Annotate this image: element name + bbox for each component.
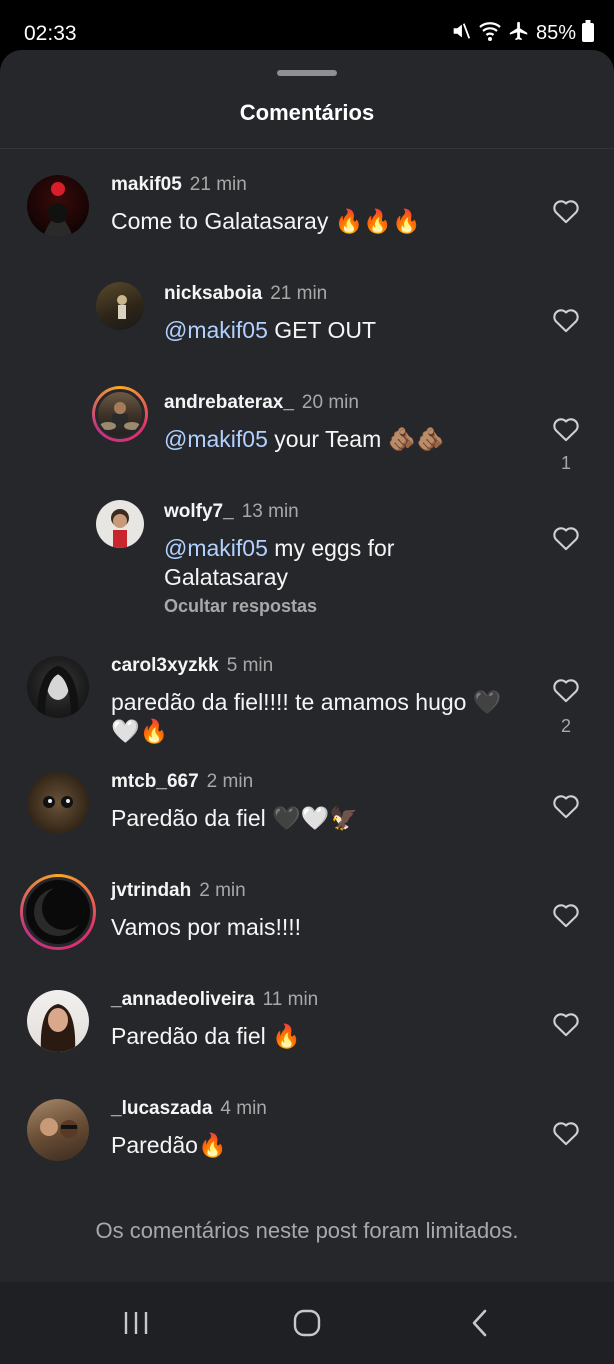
heart-icon — [553, 795, 579, 819]
heart-icon — [553, 1013, 579, 1037]
mute-icon — [450, 20, 472, 47]
comment-body: GET OUT — [267, 317, 377, 343]
comment-time: 2 min — [199, 880, 246, 901]
avatar[interactable] — [27, 175, 89, 237]
comment-username[interactable]: wolfy7_ — [164, 501, 234, 522]
comment-text: @makif05 my eggs for Galatasaray — [164, 534, 524, 592]
status-time: 02:33 — [24, 22, 77, 45]
wifi-icon — [478, 20, 502, 47]
like-count: 1 — [560, 453, 571, 473]
comment-username[interactable]: andrebaterax_ — [164, 392, 294, 413]
comment-body: Paredão da fiel 🔥 — [111, 1023, 301, 1049]
heart-icon — [553, 1122, 579, 1146]
comment-time: 2 min — [206, 771, 254, 792]
avatar-story-ring[interactable] — [20, 874, 96, 950]
comment-text: Come to Galatasaray 🔥🔥🔥 — [111, 207, 521, 236]
mention-link[interactable]: @makif05 — [164, 535, 268, 561]
like-button[interactable] — [548, 411, 584, 447]
comment-text: @makif05 GET OUT — [164, 316, 524, 345]
divider — [0, 148, 614, 149]
like-button[interactable] — [548, 897, 584, 933]
sheet-title: Comentários — [239, 100, 375, 125]
comment-time: 13 min — [241, 501, 299, 522]
avatar[interactable] — [27, 990, 89, 1052]
back-icon — [472, 1309, 487, 1337]
battery-icon — [582, 20, 594, 47]
system-navigation-bar — [0, 1282, 614, 1364]
comment-time: 4 min — [220, 1098, 267, 1119]
heart-icon — [553, 200, 579, 224]
avatar[interactable] — [96, 500, 144, 548]
like-button[interactable] — [548, 193, 584, 229]
comment-username[interactable]: nicksaboia — [164, 283, 262, 304]
status-bar: 02:33 85% — [0, 0, 614, 56]
comment-body: your Team 🫵🏽🫵🏽 — [267, 426, 445, 452]
like-button[interactable] — [548, 788, 584, 824]
recent-apps-button[interactable] — [116, 1306, 156, 1340]
comment-username[interactable]: jvtrindah — [111, 880, 191, 901]
like-button[interactable] — [548, 302, 584, 338]
comment-text: Vamos por mais!!!! — [111, 913, 521, 942]
comment-time: 20 min — [301, 392, 359, 413]
comment-username[interactable]: carol3xyzkk — [111, 655, 219, 676]
home-button[interactable] — [287, 1306, 327, 1340]
comment-time: 11 min — [262, 989, 319, 1010]
comment-body: Vamos por mais!!!! — [111, 914, 302, 940]
like-count: 2 — [560, 716, 571, 736]
avatar-story-ring[interactable] — [92, 386, 148, 442]
like-button[interactable] — [548, 520, 584, 556]
comment-time: 5 min — [226, 655, 274, 676]
avatar[interactable] — [27, 656, 89, 718]
comment-body: paredão da fiel!!!! te amamos hugo 🖤🤍🔥 — [111, 689, 502, 744]
like-button[interactable] — [548, 1115, 584, 1151]
battery-percent: 85% — [535, 22, 576, 44]
comment-text: Paredão da fiel 🖤🤍🦅 — [111, 804, 521, 833]
comment-body: Come to Galatasaray 🔥🔥🔥 — [111, 208, 421, 234]
mention-link[interactable]: @makif05 — [164, 317, 268, 343]
like-button[interactable] — [548, 1006, 584, 1042]
back-button[interactable] — [460, 1306, 500, 1340]
comment-username[interactable]: _annadeoliveira — [111, 989, 255, 1010]
recent-apps-icon — [124, 1312, 148, 1334]
comment-time: 21 min — [270, 283, 328, 304]
comments-sheet: Comentários makif05 21 min Come to Galata… — [0, 50, 614, 1282]
comment-body: Paredão da fiel 🖤🤍🦅 — [111, 805, 359, 831]
heart-icon — [553, 309, 579, 333]
comment-body: Paredão🔥 — [111, 1132, 227, 1158]
comment-text: Paredão da fiel 🔥 — [111, 1022, 521, 1051]
avatar — [95, 389, 145, 439]
avatar[interactable] — [27, 1099, 89, 1161]
avatar[interactable] — [27, 772, 89, 834]
comment-text: Paredão🔥 — [111, 1131, 521, 1160]
heart-icon — [553, 527, 579, 551]
comment-text: paredão da fiel!!!! te amamos hugo 🖤🤍🔥 — [111, 688, 521, 746]
heart-icon — [553, 904, 579, 928]
mention-link[interactable]: @makif05 — [164, 426, 268, 452]
drag-handle[interactable] — [277, 70, 337, 76]
comment-text: @makif05 your Team 🫵🏽🫵🏽 — [164, 425, 524, 454]
heart-icon — [553, 418, 579, 442]
airplane-icon — [508, 20, 530, 47]
comment-username[interactable]: makif05 — [111, 174, 182, 195]
comments-limited-note: Os comentários neste post foram limitado… — [95, 1218, 519, 1243]
hide-replies-button[interactable]: Ocultar respostas — [164, 596, 317, 617]
like-button[interactable] — [548, 672, 584, 708]
status-icons: 85% — [450, 20, 594, 47]
comment-time: 21 min — [189, 174, 247, 195]
avatar — [23, 877, 93, 947]
comment-username[interactable]: mtcb_667 — [111, 771, 199, 792]
comment-username[interactable]: _lucaszada — [111, 1098, 212, 1119]
heart-icon — [553, 679, 579, 703]
home-icon — [293, 1309, 321, 1337]
avatar[interactable] — [96, 282, 144, 330]
